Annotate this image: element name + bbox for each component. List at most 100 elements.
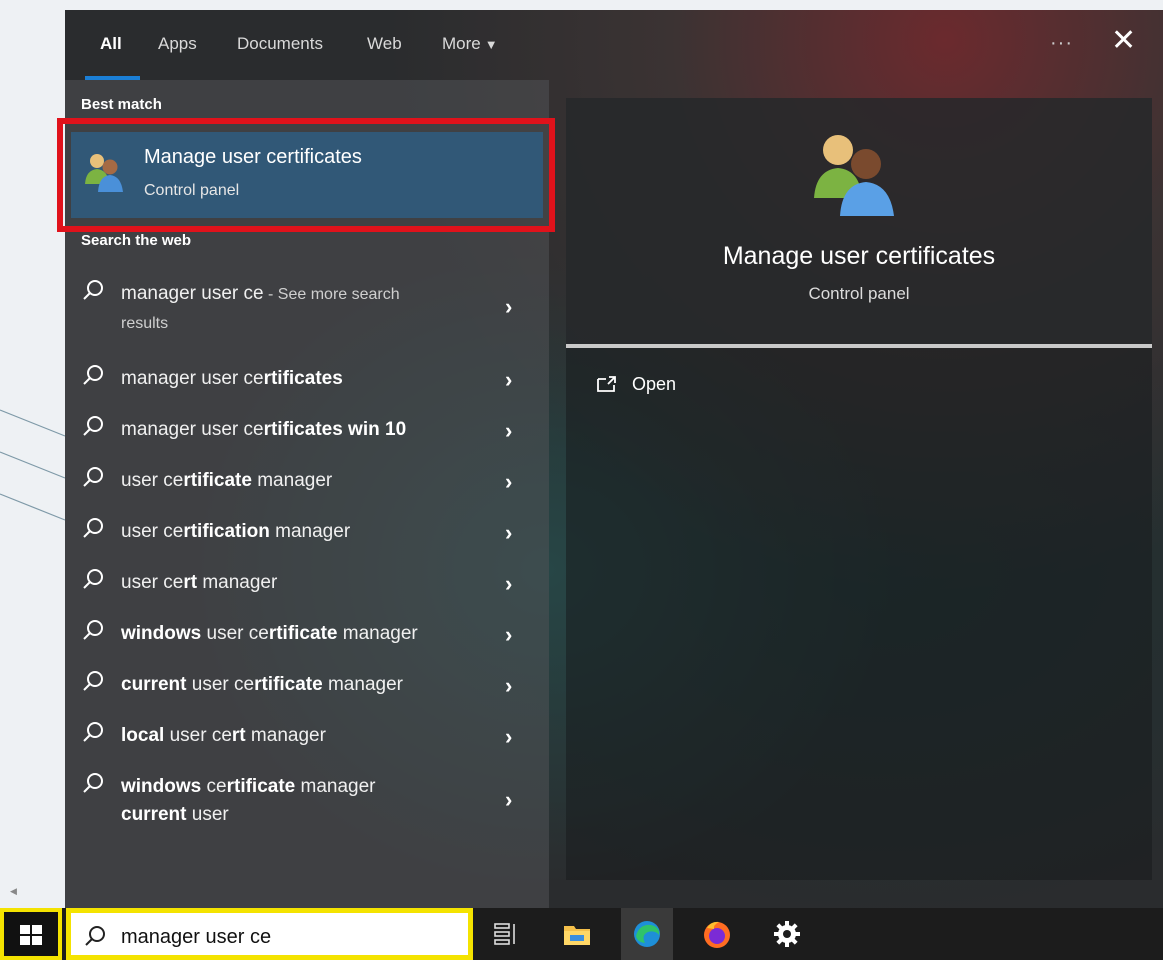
windows-start-icon: [20, 925, 42, 945]
web-result-text: user certification manager: [121, 518, 481, 546]
search-tabs: All Apps Documents Web More ▼ ··· ✕: [65, 10, 1163, 80]
search-icon: [83, 569, 103, 589]
edge-icon: [634, 921, 660, 947]
open-action[interactable]: Open: [596, 374, 676, 395]
preview-actions: [566, 348, 1152, 880]
chevron-right-icon: ›: [505, 469, 513, 494]
web-result-text-part: manager user ce: [121, 419, 264, 440]
ellipsis-icon[interactable]: ···: [1050, 32, 1073, 55]
web-result-text: manager user certificates win 10: [121, 416, 481, 444]
task-view-icon: [494, 923, 515, 945]
file-explorer-button[interactable]: [551, 908, 603, 960]
best-match-item[interactable]: Manage user certificates Control panel: [71, 132, 543, 218]
settings-gear-icon: [774, 921, 800, 947]
firefox-icon: [704, 921, 730, 948]
edge-button[interactable]: [621, 908, 673, 960]
web-result-text-part: user ce: [121, 470, 184, 491]
web-result-text-part: manager: [322, 674, 403, 695]
web-result-text-part: user ce: [121, 521, 184, 542]
web-result-more-hint: - See more search: [263, 286, 400, 303]
chevron-right-icon: ›: [505, 571, 513, 596]
tab-web[interactable]: Web: [367, 34, 402, 54]
web-result-text-part: rt: [183, 572, 198, 593]
web-result-item[interactable]: windows certificate manager current user ›: [65, 759, 549, 825]
web-result-text-part: rtificate: [183, 470, 252, 491]
users-icon: [85, 154, 123, 192]
chevron-right-icon: ›: [505, 787, 513, 812]
search-query-value: manager user ce: [121, 926, 272, 948]
chevron-right-icon: ›: [505, 367, 513, 392]
close-icon[interactable]: ✕: [1111, 26, 1136, 56]
web-result-item[interactable]: current user certificate manager ›: [65, 657, 549, 707]
web-result-item[interactable]: manager user certificates win 10 ›: [65, 402, 549, 452]
web-result-item[interactable]: user cert manager ›: [65, 555, 549, 605]
caret-down-icon: ▼: [484, 37, 498, 52]
search-icon: [83, 416, 103, 436]
web-result-text-part: ce: [201, 776, 227, 797]
settings-button[interactable]: [761, 908, 813, 960]
search-icon: [83, 365, 103, 385]
web-result-text-part: manager: [337, 623, 418, 644]
web-result-item[interactable]: windows user certificate manager ›: [65, 606, 549, 656]
search-icon: [83, 671, 103, 691]
web-result-item[interactable]: user certification manager ›: [65, 504, 549, 554]
chevron-right-icon: ›: [505, 724, 513, 749]
search-icon: [83, 620, 103, 640]
web-result-text-part: rt: [231, 725, 246, 746]
scroll-left-arrow-icon[interactable]: ◀: [10, 886, 17, 897]
taskbar-search-input[interactable]: manager user ce: [66, 908, 473, 960]
web-result-text-part: rtificate: [226, 776, 296, 797]
web-result-text-part: rtificate: [268, 623, 338, 644]
web-result-text-part: user: [186, 804, 229, 825]
web-result-text: manager user ce - See more search results: [121, 280, 481, 338]
web-result-text-part: rtificates: [263, 368, 343, 389]
web-result-item[interactable]: manager user ce - See more search results…: [65, 266, 549, 332]
preview-subtitle: Control panel: [808, 284, 910, 303]
web-result-text-part: local: [121, 725, 165, 746]
preview-pane: Manage user certificates Control panel O…: [566, 98, 1152, 908]
chevron-right-icon: ›: [505, 520, 513, 545]
firefox-button[interactable]: [691, 908, 743, 960]
search-icon: [83, 773, 103, 793]
chevron-right-icon: ›: [505, 622, 513, 647]
search-icon: [83, 467, 103, 487]
file-explorer-icon: [564, 926, 590, 945]
web-result-text-part: rtification: [183, 521, 270, 542]
users-icon: [814, 135, 894, 216]
web-result-text-part: manager user ce: [121, 283, 264, 304]
best-match-title: Manage user certificates: [144, 146, 362, 168]
web-result-text-part: windows: [121, 623, 202, 644]
web-result-text-part: manager: [245, 725, 326, 746]
web-result-item[interactable]: user certificate manager ›: [65, 453, 549, 503]
chevron-right-icon: ›: [505, 673, 513, 698]
web-result-more-hint: results: [121, 315, 169, 332]
preview-header: Manage user certificates Control panel: [566, 98, 1152, 344]
web-result-text-part: current: [121, 804, 187, 825]
results-pane: Best match Manage user certificates Cont…: [57, 80, 555, 908]
web-result-text-part: current: [121, 674, 187, 695]
search-icon: [83, 518, 103, 538]
web-result-text: user certificate manager: [121, 467, 481, 495]
web-result-item[interactable]: manager user certificates ›: [65, 351, 549, 401]
web-result-text-part: user ce: [121, 572, 184, 593]
tab-apps[interactable]: Apps: [158, 34, 197, 54]
web-result-text: current user certificate manager: [121, 671, 481, 699]
best-match-subtitle: Control panel: [144, 182, 240, 199]
web-result-text-part: manager: [197, 572, 278, 593]
web-result-text-part: manager: [295, 776, 376, 797]
search-web-heading: Search the web: [81, 232, 192, 249]
web-result-text-part: manager user ce: [121, 368, 264, 389]
web-result-item[interactable]: local user cert manager ›: [65, 708, 549, 758]
start-button[interactable]: [0, 908, 62, 960]
task-view-button[interactable]: [481, 908, 533, 960]
web-result-text-part: rtificates win 10: [263, 419, 407, 440]
tab-more-label: More: [442, 34, 481, 53]
web-result-text: manager user certificates: [121, 365, 481, 393]
tab-documents[interactable]: Documents: [237, 34, 323, 54]
tab-more[interactable]: More ▼: [442, 34, 498, 54]
tab-all[interactable]: All: [100, 34, 122, 54]
search-flyout: All Apps Documents Web More ▼ ··· ✕ Best …: [57, 10, 1163, 908]
search-icon: [85, 926, 105, 946]
web-result-text-part: user ce: [164, 725, 232, 746]
best-match-heading: Best match: [81, 96, 162, 113]
